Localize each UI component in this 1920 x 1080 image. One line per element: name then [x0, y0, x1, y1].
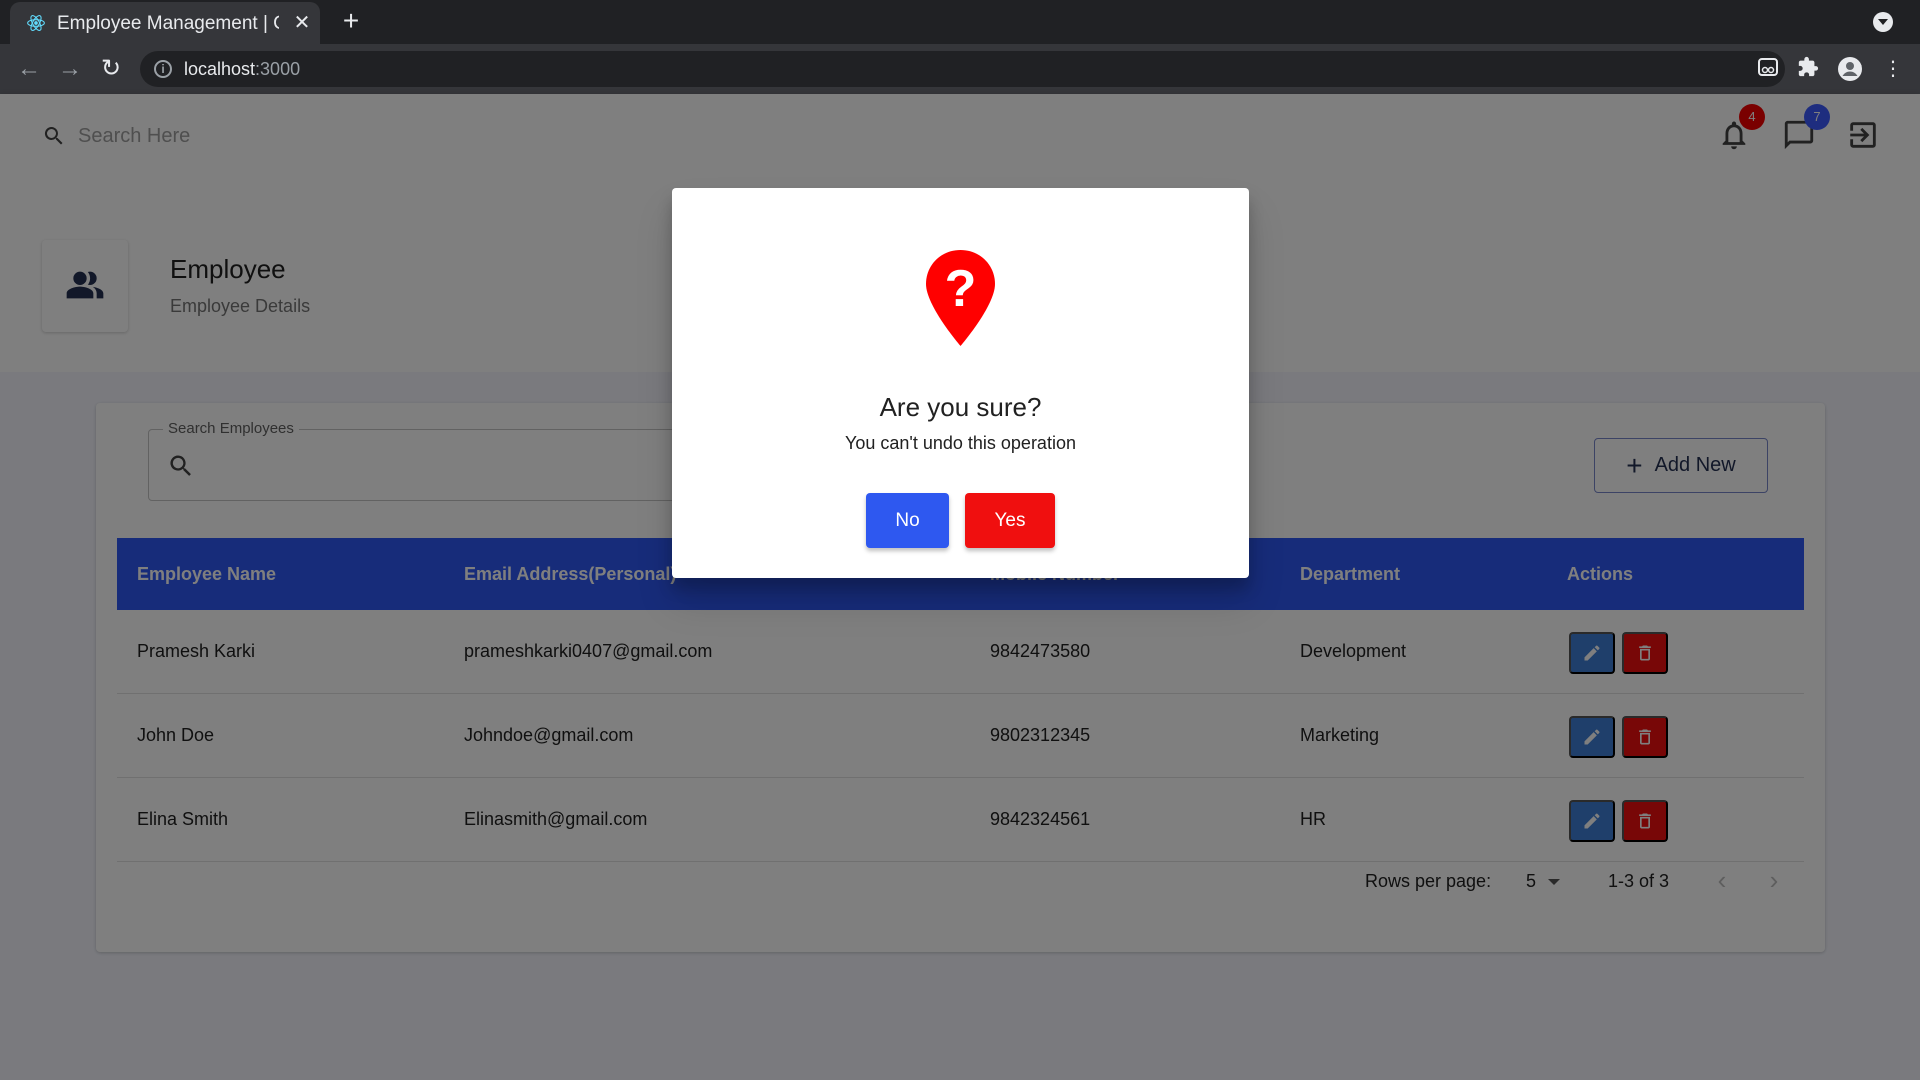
react-favicon-icon	[27, 15, 45, 31]
puzzle-icon[interactable]	[1795, 56, 1821, 82]
url-text: localhost:3000	[184, 59, 301, 79]
yes-button[interactable]: Yes	[965, 493, 1055, 548]
reload-icon[interactable]: ↻	[96, 54, 126, 84]
site-info-icon[interactable]: i	[154, 60, 172, 78]
browser-tab[interactable]: Employee Management | C ✕	[10, 2, 320, 44]
confirm-dialog: ? Are you sure? You can't undo this oper…	[672, 188, 1249, 578]
extension-icon[interactable]	[1755, 56, 1781, 82]
browser-toolbar: ← → ↻ i localhost:3000 ☆ ⋮	[0, 44, 1920, 94]
back-icon[interactable]: ←	[14, 54, 44, 84]
forward-icon[interactable]: →	[55, 54, 85, 84]
svg-text:?: ?	[945, 260, 977, 318]
dialog-title: Are you sure?	[879, 392, 1042, 422]
address-bar[interactable]: i localhost:3000 ☆	[140, 51, 1864, 87]
profile-icon[interactable]	[1837, 56, 1863, 82]
new-tab-icon[interactable]: +	[337, 7, 365, 36]
no-button[interactable]: No	[866, 493, 949, 548]
tab-search-icon[interactable]	[1873, 12, 1893, 32]
browser-tabbar: Employee Management | C ✕ +	[0, 0, 1920, 44]
question-pin-icon: ?	[926, 250, 995, 346]
tab-title: Employee Management | C	[57, 13, 279, 34]
dialog-subtitle: You can't undo this operation	[845, 433, 1076, 453]
browser-menu-icon[interactable]: ⋮	[1880, 56, 1906, 82]
tab-close-icon[interactable]: ✕	[291, 12, 313, 34]
